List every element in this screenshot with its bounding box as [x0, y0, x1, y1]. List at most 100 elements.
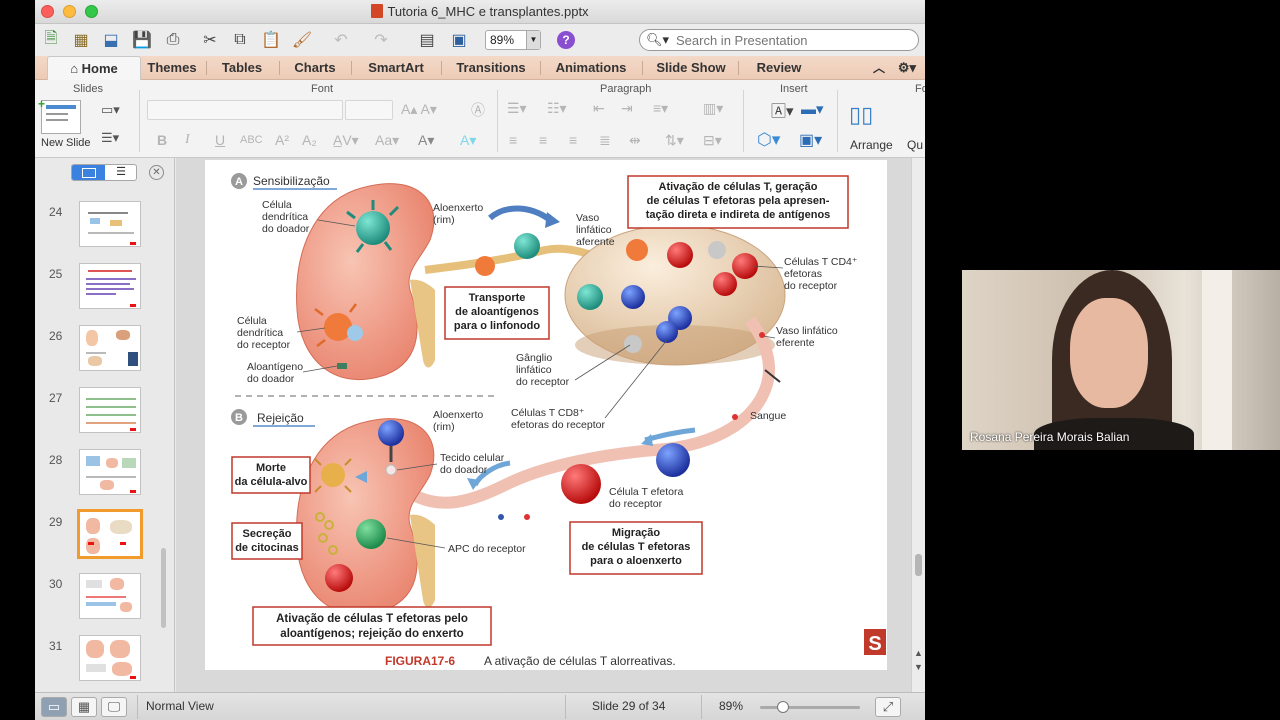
- scroll-thumb[interactable]: [915, 554, 922, 576]
- undo-icon[interactable]: ↶: [329, 28, 353, 52]
- picture-icon[interactable]: ▬▾: [801, 100, 824, 118]
- new-slide-icon[interactable]: +: [38, 97, 81, 134]
- thumbnail-row[interactable]: 28: [35, 449, 175, 501]
- subscript-icon[interactable]: A₂: [302, 132, 317, 148]
- thumbnail-row[interactable]: 30: [35, 573, 175, 625]
- zoom-slider-knob[interactable]: [777, 701, 789, 713]
- slide-canvas[interactable]: A Sensibilização B Rejeição Ativação de …: [205, 160, 887, 670]
- tab-themes[interactable]: Themes: [141, 56, 203, 80]
- gallery-icon[interactable]: ▤: [415, 28, 439, 52]
- slide-thumbnail[interactable]: [79, 201, 141, 247]
- font-size-select[interactable]: [345, 100, 393, 120]
- redo-icon[interactable]: ↷: [369, 28, 393, 52]
- arrange-button[interactable]: Arrange: [850, 138, 893, 152]
- print-icon[interactable]: ⎙: [161, 28, 185, 52]
- layout-icon[interactable]: ▭▾: [101, 102, 120, 118]
- grow-font-icon[interactable]: A▴ A▾: [401, 101, 437, 118]
- media-icon[interactable]: ▣▾: [799, 130, 822, 150]
- presenter-view-icon[interactable]: 🖵: [101, 697, 127, 717]
- slide-thumbnail[interactable]: [79, 449, 141, 495]
- thumbnail-row[interactable]: 27: [35, 387, 175, 439]
- gear-icon[interactable]: ⚙▾: [895, 56, 919, 80]
- line-spacing-icon[interactable]: ≡▾: [653, 100, 668, 117]
- distribute-icon[interactable]: ⇹: [629, 132, 641, 149]
- copy-icon[interactable]: ⧉: [228, 28, 252, 52]
- thumbnail-row[interactable]: 26: [35, 325, 175, 377]
- text-box-icon[interactable]: 🄰▾: [771, 100, 794, 121]
- align-text-icon[interactable]: ⊟▾: [703, 132, 722, 149]
- superscript-icon[interactable]: A²: [275, 132, 289, 148]
- slide-thumbnail[interactable]: [79, 573, 141, 619]
- vertical-scrollbar[interactable]: ▲ ▼: [911, 158, 925, 692]
- font-color-icon[interactable]: A▾: [418, 132, 434, 149]
- strikethrough-icon[interactable]: ABC: [240, 134, 263, 146]
- tab-transitions[interactable]: Transitions: [445, 56, 537, 80]
- open-icon[interactable]: ⬓: [99, 28, 123, 52]
- thumbnail-row[interactable]: 25: [35, 263, 175, 315]
- slide-thumbnail-selected[interactable]: [77, 509, 143, 559]
- shape-icon[interactable]: ⬡▾: [757, 130, 780, 150]
- change-case-icon[interactable]: Aa▾: [375, 132, 399, 149]
- tab-smartart[interactable]: SmartArt: [355, 56, 437, 80]
- text-direction-icon[interactable]: ⇅▾: [665, 132, 684, 149]
- new-document-icon[interactable]: 🗎: [39, 28, 63, 52]
- quick-styles-button[interactable]: Qu: [907, 138, 923, 152]
- zoom-slider[interactable]: [760, 706, 860, 709]
- tab-charts[interactable]: Charts: [283, 56, 347, 80]
- ribbon-tabs: ⌂ Home Themes Tables Charts SmartArt Tra…: [35, 56, 925, 80]
- slide-thumbnail[interactable]: [79, 635, 141, 681]
- thumbnail-row[interactable]: 24: [35, 201, 175, 253]
- clear-format-icon[interactable]: Ⓐ: [471, 100, 485, 120]
- thumbnail-row[interactable]: 29: [35, 509, 175, 563]
- next-slide-icon[interactable]: ▼: [914, 662, 923, 672]
- save-icon[interactable]: 💾: [130, 28, 154, 52]
- underline-icon[interactable]: U: [215, 132, 225, 148]
- normal-view-icon[interactable]: ▭: [41, 697, 67, 717]
- increase-indent-icon[interactable]: ⇥: [621, 100, 633, 117]
- outline-view-icon[interactable]: ☰: [105, 165, 137, 180]
- thumbnail-row[interactable]: 31: [35, 635, 175, 687]
- tab-home[interactable]: ⌂ Home: [47, 56, 141, 80]
- text-effects-icon[interactable]: A▾: [460, 132, 476, 149]
- paste-icon[interactable]: 📋: [259, 28, 283, 52]
- font-name-select[interactable]: [147, 100, 343, 120]
- templates-icon[interactable]: ▦: [69, 28, 93, 52]
- tab-animations[interactable]: Animations: [543, 56, 639, 80]
- align-right-icon[interactable]: ≡: [569, 132, 577, 148]
- zoom-select[interactable]: 89% ▼: [485, 30, 541, 50]
- align-center-icon[interactable]: ≡: [539, 132, 547, 148]
- svg-text:linfático: linfático: [576, 224, 612, 236]
- slide-thumbnail[interactable]: [79, 325, 141, 371]
- search-input[interactable]: [676, 33, 906, 48]
- tab-review[interactable]: Review: [743, 56, 815, 80]
- justify-icon[interactable]: ≣: [599, 132, 611, 149]
- columns-icon[interactable]: ▥▾: [703, 100, 723, 117]
- align-left-icon[interactable]: ≡: [509, 132, 517, 148]
- close-panel-icon[interactable]: ✕: [149, 165, 164, 180]
- new-slide-button[interactable]: New Slide: [41, 137, 91, 149]
- search-box[interactable]: 🔍︎▾: [639, 29, 919, 51]
- panel-scrollbar[interactable]: [161, 548, 166, 628]
- slide-thumbnail[interactable]: [79, 387, 141, 433]
- slideshow-icon[interactable]: ▣: [447, 28, 471, 52]
- bullets-icon[interactable]: ☰▾: [507, 100, 527, 117]
- slide-thumbnail[interactable]: [79, 263, 141, 309]
- slide-sorter-icon[interactable]: ▦: [71, 697, 97, 717]
- tab-tables[interactable]: Tables: [209, 56, 275, 80]
- format-painter-icon[interactable]: 🖌: [290, 28, 314, 52]
- bold-icon[interactable]: B: [157, 132, 167, 148]
- view-toggle[interactable]: ☰: [71, 164, 137, 181]
- help-button[interactable]: ?: [557, 31, 575, 49]
- collapse-ribbon-icon[interactable]: ︿: [869, 56, 889, 80]
- decrease-indent-icon[interactable]: ⇤: [593, 100, 605, 117]
- fit-window-icon[interactable]: ⤢: [875, 697, 901, 717]
- prev-slide-icon[interactable]: ▲: [914, 648, 923, 658]
- numbering-icon[interactable]: ☷▾: [547, 100, 567, 117]
- slides-view-icon[interactable]: [72, 165, 105, 180]
- arrange-icon[interactable]: ▯▯: [849, 102, 873, 128]
- cut-icon[interactable]: ✂: [198, 28, 222, 52]
- character-spacing-icon[interactable]: A̲V▾: [333, 132, 359, 149]
- section-icon[interactable]: ☰▾: [101, 130, 119, 146]
- italic-icon[interactable]: I: [185, 132, 190, 148]
- tab-slide-show[interactable]: Slide Show: [647, 56, 735, 80]
